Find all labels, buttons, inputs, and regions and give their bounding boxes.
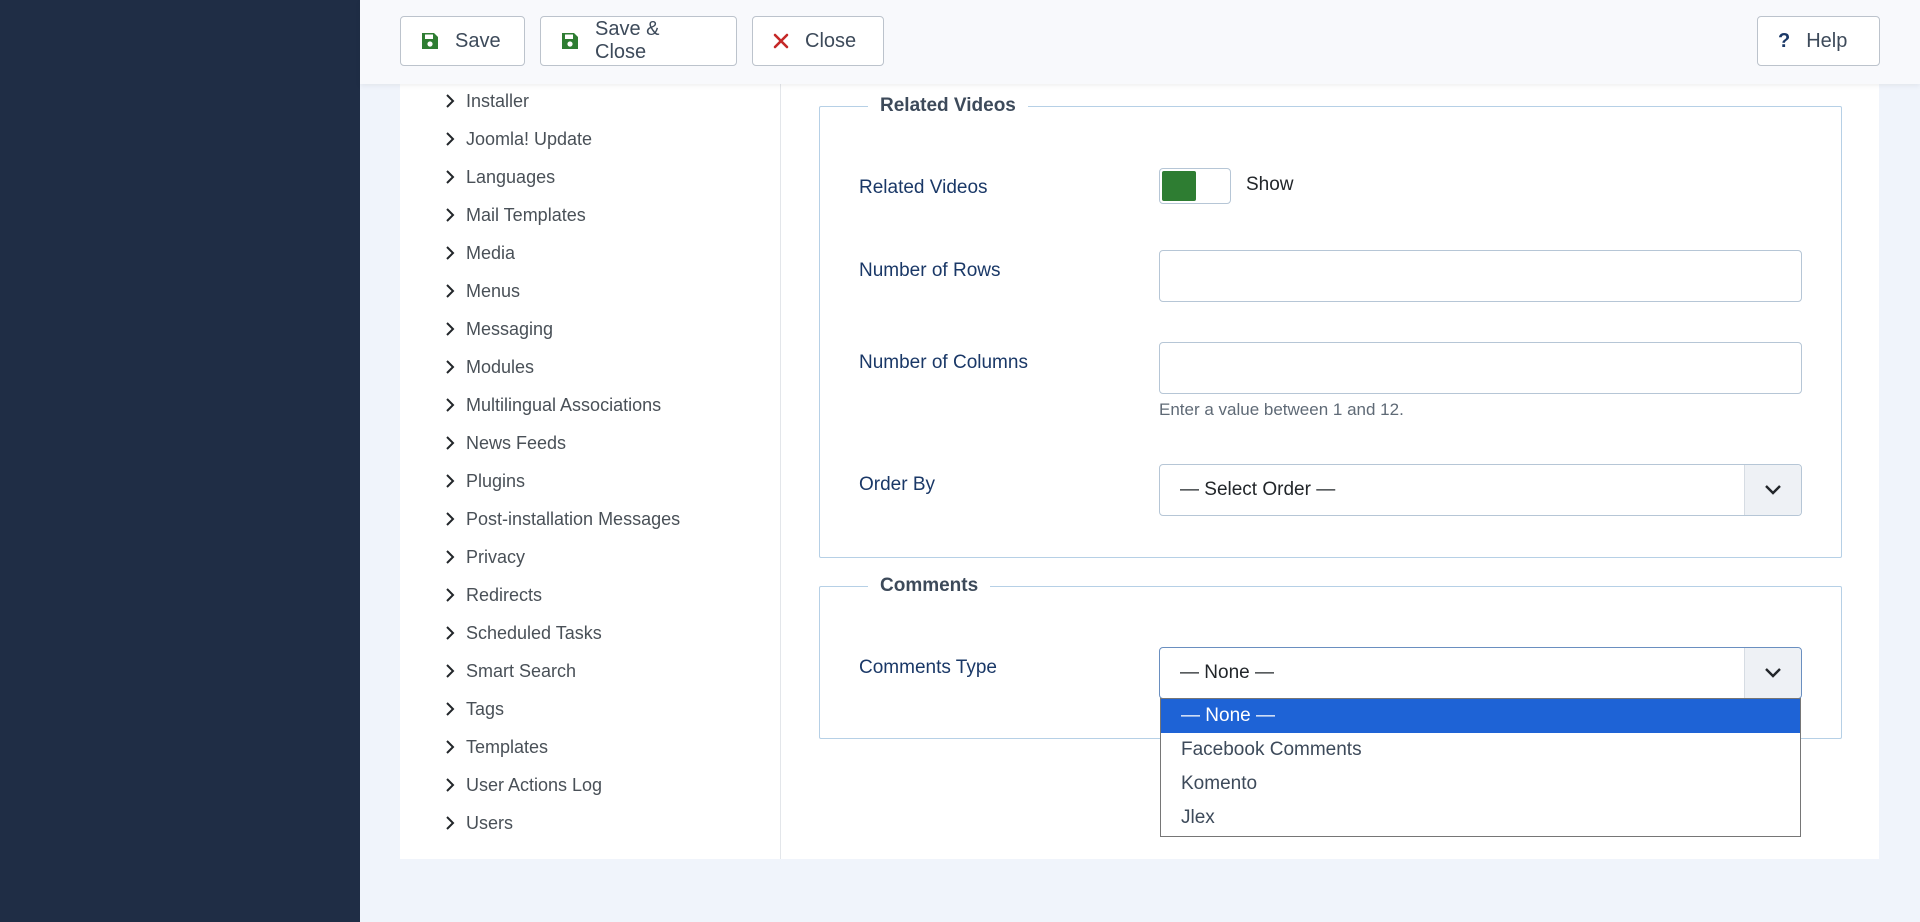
tree-item-label: User Actions Log [466, 774, 603, 795]
help-button-label: Help [1806, 29, 1848, 52]
tree-item-smart-search[interactable]: Smart Search [444, 656, 576, 686]
related-videos-toggle[interactable] [1159, 168, 1231, 204]
number-of-rows-label: Number of Rows [859, 260, 1001, 281]
tree-item-multilingual-associations[interactable]: Multilingual Associations [444, 390, 661, 420]
chevron-right-icon [444, 624, 456, 642]
tree-item-label: Menus [466, 280, 521, 301]
chevron-right-icon [444, 206, 456, 224]
tree-item-label: Scheduled Tasks [466, 622, 602, 643]
comments-type-dropdown: — None — Facebook Comments Komento Jlex [1160, 698, 1801, 837]
tree-item-label: Templates [466, 736, 549, 757]
chevron-right-icon [444, 244, 456, 262]
dropdown-option-jlex[interactable]: Jlex [1161, 801, 1800, 835]
number-of-columns-hint: Enter a value between 1 and 12. [1159, 400, 1404, 419]
chevron-right-icon [444, 662, 456, 680]
tree-item-label: Plugins [466, 470, 526, 491]
dropdown-option-komento[interactable]: Komento [1161, 767, 1800, 801]
chevron-right-icon [444, 358, 456, 376]
comments-type-value: — None — [1180, 662, 1274, 683]
tree-item-label: Mail Templates [466, 204, 586, 225]
chevron-right-icon [444, 320, 456, 338]
toolbar: Save Save & Close Close ? Help [360, 0, 1920, 84]
chevron-right-icon [444, 548, 456, 566]
tree-item-menus[interactable]: Menus [444, 276, 520, 306]
tree-item-modules[interactable]: Modules [444, 352, 534, 382]
toggle-on-indicator [1162, 171, 1196, 201]
save-button-label: Save [455, 29, 501, 52]
order-by-label: Order By [859, 474, 936, 495]
tree-item-redirects[interactable]: Redirects [444, 580, 542, 610]
comments-legend: Comments [880, 575, 979, 596]
chevron-right-icon [444, 92, 456, 110]
chevron-right-icon [444, 130, 456, 148]
floppy-disk-icon [561, 32, 579, 50]
tree-item-label: Multilingual Associations [466, 394, 662, 415]
tree-item-mail-templates[interactable]: Mail Templates [444, 200, 586, 230]
chevron-down-icon [1744, 465, 1801, 515]
comments-type-select[interactable]: — None — [1159, 647, 1802, 699]
chevron-down-icon [1744, 648, 1801, 698]
chevron-right-icon [444, 586, 456, 604]
tree-item-post-installation-messages[interactable]: Post-installation Messages [444, 504, 680, 534]
toggle-state-label: Show [1246, 174, 1294, 195]
order-by-select[interactable]: — Select Order — [1159, 464, 1802, 516]
tree-item-users[interactable]: Users [444, 808, 513, 838]
component-tree: Installer Joomla! Update Languages Mail … [400, 84, 781, 859]
chevron-right-icon [444, 282, 456, 300]
tree-item-installer[interactable]: Installer [444, 86, 529, 116]
chevron-right-icon [444, 814, 456, 832]
tree-item-label: Users [466, 812, 514, 833]
related-videos-legend: Related Videos [880, 95, 1016, 116]
question-mark-icon: ? [1778, 29, 1791, 52]
tree-item-label: Installer [466, 90, 530, 111]
help-button[interactable]: ? Help [1757, 16, 1880, 66]
tree-item-tags[interactable]: Tags [444, 694, 504, 724]
dropdown-option-facebook-comments[interactable]: Facebook Comments [1161, 733, 1800, 767]
order-by-value: — Select Order — [1180, 479, 1336, 500]
tree-item-label: Media [466, 242, 516, 263]
tree-item-messaging[interactable]: Messaging [444, 314, 553, 344]
chevron-right-icon [444, 510, 456, 528]
save-and-close-button[interactable]: Save & Close [540, 16, 737, 66]
tree-item-label: Post-installation Messages [466, 508, 681, 529]
number-of-columns-label: Number of Columns [859, 352, 1028, 373]
tree-item-label: Messaging [466, 318, 554, 339]
tree-item-label: Smart Search [466, 660, 577, 681]
floppy-disk-icon [421, 32, 439, 50]
number-of-columns-input[interactable] [1159, 342, 1802, 394]
tree-item-plugins[interactable]: Plugins [444, 466, 525, 496]
comments-type-label: Comments Type [859, 657, 997, 678]
tree-item-joomla-update[interactable]: Joomla! Update [444, 124, 592, 154]
tree-item-privacy[interactable]: Privacy [444, 542, 525, 572]
tree-item-label: Redirects [466, 584, 543, 605]
x-icon [773, 33, 789, 49]
chevron-right-icon [444, 472, 456, 490]
tree-item-news-feeds[interactable]: News Feeds [444, 428, 566, 458]
close-button-label: Close [805, 29, 857, 52]
left-rail [0, 0, 360, 922]
tree-item-label: Joomla! Update [466, 128, 593, 149]
related-videos-label: Related Videos [859, 177, 988, 198]
chevron-right-icon [444, 776, 456, 794]
chevron-right-icon [444, 700, 456, 718]
chevron-right-icon [444, 738, 456, 756]
close-button[interactable]: Close [752, 16, 884, 66]
tree-item-label: News Feeds [466, 432, 567, 453]
tree-item-label: Privacy [466, 546, 526, 567]
number-of-rows-input[interactable] [1159, 250, 1802, 302]
chevron-right-icon [444, 396, 456, 414]
tree-item-label: Modules [466, 356, 535, 377]
chevron-right-icon [444, 434, 456, 452]
tree-item-label: Tags [466, 698, 505, 719]
chevron-right-icon [444, 168, 456, 186]
tree-item-languages[interactable]: Languages [444, 162, 555, 192]
tree-item-scheduled-tasks[interactable]: Scheduled Tasks [444, 618, 602, 648]
save-and-close-label: Save & Close [595, 18, 660, 63]
save-button[interactable]: Save [400, 16, 525, 66]
tree-item-label: Languages [466, 166, 556, 187]
dropdown-option-none[interactable]: — None — [1161, 699, 1800, 733]
tree-item-user-actions-log[interactable]: User Actions Log [444, 770, 602, 800]
tree-item-media[interactable]: Media [444, 238, 515, 268]
tree-item-templates[interactable]: Templates [444, 732, 548, 762]
